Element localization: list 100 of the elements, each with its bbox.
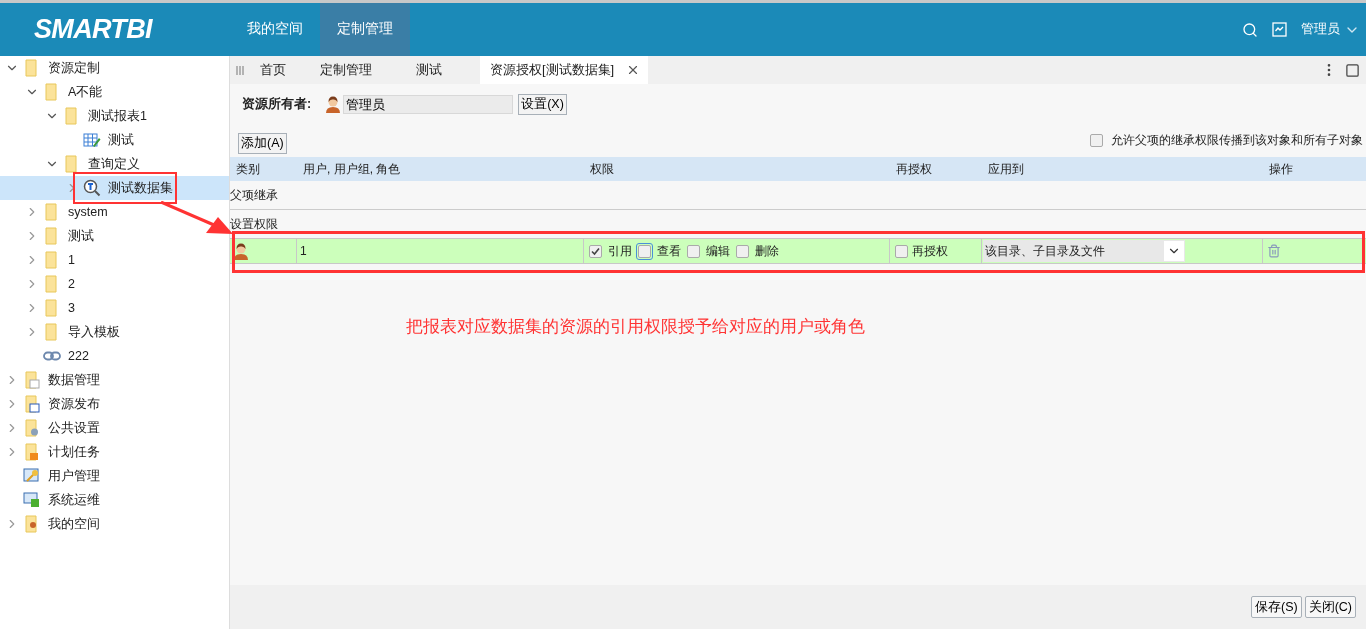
search-t-icon — [83, 179, 101, 197]
folder-icon — [44, 227, 60, 245]
folder-icon — [44, 83, 60, 101]
checkbox[interactable] — [895, 244, 908, 258]
permission-label: 删除 — [755, 243, 779, 260]
tree-label: system — [68, 203, 108, 221]
checkbox[interactable] — [1090, 133, 1103, 147]
maximize-icon[interactable] — [1345, 62, 1360, 78]
regrant-label: 再授权 — [912, 243, 948, 260]
column-header: 应用到 — [988, 162, 1024, 176]
tree-label: 测试报表1 — [88, 107, 147, 125]
person-avatar-icon — [233, 242, 249, 260]
footer-button[interactable]: 关闭(C) — [1304, 596, 1356, 618]
tree-item[interactable]: A不能 — [0, 80, 107, 104]
user-menu[interactable]: 管理员 — [1301, 20, 1360, 39]
tree-label: 查询定义 — [88, 155, 140, 173]
table-edit-icon — [83, 132, 101, 148]
permission-label: 引用 — [608, 243, 632, 260]
tree-label: 计划任务 — [48, 443, 100, 461]
tree-item[interactable]: 系统运维 — [0, 488, 104, 512]
tab[interactable]: 定制管理 — [310, 56, 382, 84]
folder-icon — [24, 59, 40, 77]
tree-item[interactable]: 测试数据集 — [0, 176, 229, 200]
tree-label: 测试 — [68, 227, 94, 245]
search-icon[interactable] — [1242, 21, 1258, 38]
folder-icon — [44, 203, 60, 221]
tree-label: 用户管理 — [48, 467, 100, 485]
tree-label: 导入模板 — [68, 323, 120, 341]
tree-item[interactable]: 资源发布 — [0, 392, 104, 416]
checkbox[interactable] — [589, 244, 602, 258]
tree-item[interactable]: 222 — [0, 344, 93, 368]
folder-icon — [64, 107, 80, 125]
check-icon — [591, 246, 600, 256]
tree-label: 测试数据集 — [108, 179, 173, 197]
section-title: 父项继承 — [230, 187, 278, 204]
column-header: 用户, 用户组, 角色 — [303, 162, 401, 176]
tree-label: 系统运维 — [48, 491, 100, 509]
link-icon — [43, 351, 61, 361]
nav-tab[interactable]: 我的空间 — [230, 3, 320, 56]
tree-label: 我的空间 — [48, 515, 100, 533]
owner-label: 资源所有者: — [242, 95, 312, 113]
checkbox[interactable] — [687, 244, 700, 258]
footer-button[interactable]: 保存(S) — [1250, 596, 1302, 618]
tree-label: 资源定制 — [48, 59, 100, 77]
permission-label: 查看 — [657, 243, 681, 260]
tree-label: 222 — [68, 347, 89, 365]
annotation-text: 把报表对应数据集的资源的引用权限授予给对应的用户或角色 — [406, 317, 865, 336]
folder-icon — [44, 299, 60, 317]
tree-label: 资源发布 — [48, 395, 100, 413]
tab[interactable]: 首页 — [250, 56, 296, 84]
chart-icon[interactable] — [1272, 22, 1287, 37]
person-avatar-icon — [325, 95, 342, 113]
folder-icon — [44, 323, 60, 341]
tree-item[interactable]: 计划任务 — [0, 440, 104, 464]
checkbox[interactable] — [736, 244, 749, 258]
tree-item[interactable]: 2 — [0, 272, 79, 296]
tree-item[interactable]: 查询定义 — [0, 152, 144, 176]
folder-icon — [44, 275, 60, 293]
delete-icon[interactable] — [1267, 244, 1281, 258]
tree-item[interactable]: 3 — [0, 296, 79, 320]
tree-item[interactable]: 测试 — [0, 128, 138, 152]
tree-item[interactable]: 用户管理 — [0, 464, 104, 488]
set-button[interactable]: 设置(X) — [518, 93, 567, 115]
nav-tab[interactable]: 定制管理 — [320, 3, 410, 56]
column-header: 权限 — [590, 162, 614, 176]
folder-icon — [64, 155, 80, 173]
column-header: 操作 — [1269, 162, 1293, 176]
tree-label: A不能 — [68, 83, 103, 101]
tree-item[interactable]: 测试 — [0, 224, 98, 248]
tree-item[interactable]: 数据管理 — [0, 368, 104, 392]
folder-edit-icon — [24, 395, 40, 413]
user-cell-text: 1 — [300, 243, 307, 260]
folder-person-icon — [24, 515, 40, 533]
tree-label: 数据管理 — [48, 371, 100, 389]
tree-item[interactable]: 测试报表1 — [0, 104, 151, 128]
permission-label: 编辑 — [706, 243, 730, 260]
tree-label: 2 — [68, 275, 75, 293]
folder-icon — [44, 251, 60, 269]
key-monitor-icon — [23, 468, 41, 484]
tree-item[interactable]: system — [0, 200, 112, 224]
tree-item[interactable]: 资源定制 — [0, 56, 104, 80]
checkbox-label: 允许父项的继承权限传播到该对象和所有子对象 — [1111, 132, 1363, 149]
tree-item[interactable]: 我的空间 — [0, 512, 104, 536]
tree-item[interactable]: 导入模板 — [0, 320, 124, 344]
tree-label: 测试 — [108, 131, 134, 149]
tab[interactable]: 资源授权[测试数据集] — [480, 56, 649, 84]
folder-feed-icon — [24, 443, 40, 461]
add-button[interactable]: 添加(A) — [238, 133, 287, 154]
column-header: 再授权 — [896, 162, 932, 176]
tree-label: 3 — [68, 299, 75, 317]
monitor-gear-icon — [23, 492, 41, 508]
tab[interactable]: 测试 — [406, 56, 452, 84]
owner-field: 管理员 — [343, 94, 514, 114]
section-title: 设置权限 — [230, 216, 278, 233]
tree-label: 公共设置 — [48, 419, 100, 437]
column-header: 类别 — [236, 162, 260, 176]
tree-item[interactable]: 公共设置 — [0, 416, 104, 440]
tree-item[interactable]: 1 — [0, 248, 79, 272]
apply-to-dropdown[interactable]: 该目录、子目录及文件 — [983, 240, 1185, 262]
logo[interactable]: SMARTBI — [34, 9, 152, 50]
